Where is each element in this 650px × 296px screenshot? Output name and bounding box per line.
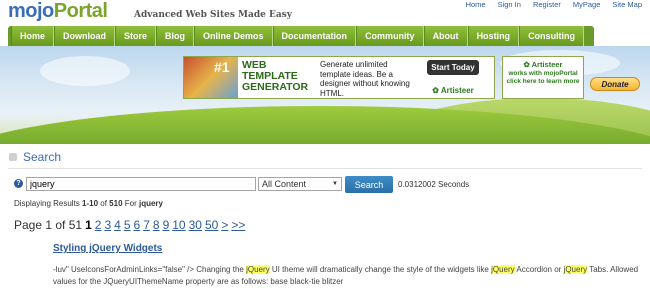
- snippet-highlight: jQuery: [246, 265, 270, 274]
- page-title: Search: [23, 150, 62, 164]
- tagline: Advanced Web Sites Made Easy: [134, 10, 292, 20]
- result-snippet: -luv" UseIconsForAdminLinks="false" /> C…: [53, 264, 647, 288]
- site-logo[interactable]: mojoPortal: [8, 0, 108, 23]
- results-summary: Displaying Results 1-10 of 510 For jquer…: [14, 199, 163, 208]
- results-prefix: Displaying Results: [14, 199, 83, 208]
- results-for: For: [122, 199, 139, 208]
- toplink-sign-in[interactable]: Sign In: [498, 0, 521, 9]
- ad-brand: ✿ Artisteer: [432, 86, 474, 95]
- snippet-highlight: jQuery: [563, 265, 588, 274]
- pager-link[interactable]: 4: [114, 218, 121, 232]
- pager-link[interactable]: 2: [95, 218, 102, 232]
- module-icon: [9, 153, 17, 161]
- search-heading: Search: [9, 150, 61, 164]
- toplink-register[interactable]: Register: [533, 0, 561, 9]
- search-button[interactable]: Search: [345, 176, 393, 193]
- nav-community[interactable]: Community: [356, 26, 424, 46]
- ad2-brand-label: Artisteer: [531, 60, 563, 69]
- result-title-link[interactable]: Styling jQuery Widgets: [53, 243, 162, 254]
- pager-last-link[interactable]: >>: [231, 218, 245, 232]
- snippet-text: Accordion or: [514, 265, 564, 274]
- snippet-text: UI theme will dramatically change the st…: [269, 265, 492, 274]
- artisteer-icon: ✿: [432, 86, 439, 95]
- nav-hosting[interactable]: Hosting: [467, 26, 520, 46]
- pager-link[interactable]: 6: [134, 218, 141, 232]
- ad-text: Generate unlimited template ideas. Be a …: [320, 60, 410, 98]
- ad2-text: works with mojoPortal click here to lear…: [506, 70, 580, 85]
- results-range: 1-10: [82, 199, 99, 208]
- chevron-down-icon: ▼: [332, 181, 338, 187]
- pager-link[interactable]: 9: [163, 218, 170, 232]
- ad-number: #1: [214, 59, 230, 75]
- pager-next-link[interactable]: >: [221, 218, 228, 232]
- pager-link[interactable]: 3: [104, 218, 111, 232]
- results-query: jquery: [138, 199, 163, 208]
- pager: Page 1 of 51 1 2 3 4 5 6 7 8 9 10 30 50 …: [14, 218, 245, 232]
- pager-current: 1: [85, 218, 92, 232]
- artisteer-mojoportal-ad[interactable]: ✿ Artisteer works with mojoPortal click …: [502, 56, 584, 99]
- top-links: Home Sign In Register MyPage Site Map: [466, 0, 642, 9]
- nav-download[interactable]: Download: [54, 26, 116, 46]
- logo-mojo: mojo: [8, 0, 54, 22]
- toplink-site-map[interactable]: Site Map: [612, 0, 642, 9]
- start-today-button[interactable]: Start Today: [427, 60, 479, 75]
- nav-consulting[interactable]: Consulting: [519, 26, 585, 46]
- snippet-highlight: jQuery: [491, 265, 515, 274]
- pager-link[interactable]: 30: [189, 218, 202, 232]
- ad2-brand: ✿ Artisteer: [503, 60, 583, 69]
- search-scope-value: All Content: [262, 179, 307, 189]
- logo-portal: Portal: [53, 0, 108, 22]
- pager-label: Page 1 of 51: [14, 218, 83, 232]
- toplink-home[interactable]: Home: [466, 0, 486, 9]
- results-of: of: [98, 199, 110, 208]
- elapsed-time: 0.0312002 Seconds: [398, 180, 470, 189]
- ad-title: WEB TEMPLATE GENERATOR: [238, 57, 318, 98]
- ad-title-line: GENERATOR: [242, 81, 309, 93]
- ad-cta: Start Today ✿ Artisteer: [412, 57, 494, 98]
- nav-online-demos[interactable]: Online Demos: [194, 26, 273, 46]
- nav-blog[interactable]: Blog: [156, 26, 195, 46]
- nav-home[interactable]: Home: [11, 26, 55, 46]
- nav-about[interactable]: About: [423, 26, 468, 46]
- pager-link[interactable]: 50: [205, 218, 218, 232]
- pager-link[interactable]: 7: [143, 218, 150, 232]
- artisteer-icon: ✿: [523, 60, 532, 69]
- artisteer-ad[interactable]: #1 WEB TEMPLATE GENERATOR Generate unlim…: [183, 56, 495, 99]
- results-total: 510: [109, 199, 123, 208]
- ad-brand-label: Artisteer: [440, 86, 474, 95]
- main-nav: Home Download Store Blog Online Demos Do…: [8, 26, 594, 46]
- pager-link[interactable]: 5: [124, 218, 131, 232]
- toplink-mypage[interactable]: MyPage: [573, 0, 601, 9]
- ad-template-image: #1: [184, 57, 238, 98]
- nav-store[interactable]: Store: [115, 26, 157, 46]
- divider: [8, 168, 642, 169]
- nav-documentation[interactable]: Documentation: [272, 26, 357, 46]
- pager-link[interactable]: 10: [172, 218, 185, 232]
- cloud: [40, 56, 130, 86]
- pager-link[interactable]: 8: [153, 218, 160, 232]
- search-input[interactable]: [26, 177, 256, 191]
- header-banner: #1 WEB TEMPLATE GENERATOR Generate unlim…: [0, 46, 650, 144]
- snippet-text: -luv" UseIconsForAdminLinks="false" /> C…: [53, 265, 247, 274]
- search-scope-select[interactable]: All Content ▼: [258, 177, 342, 191]
- donate-button[interactable]: Donate: [590, 77, 640, 91]
- help-icon[interactable]: ?: [14, 179, 23, 188]
